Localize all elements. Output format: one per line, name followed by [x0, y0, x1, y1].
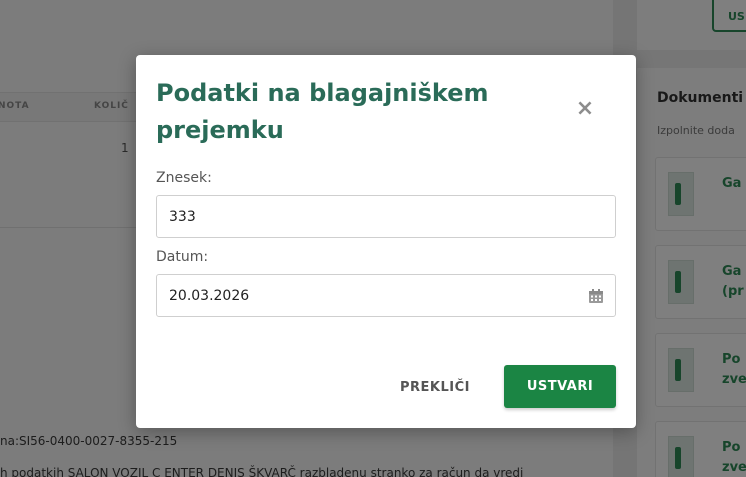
date-input[interactable] — [157, 275, 615, 316]
amount-field-wrapper — [156, 195, 616, 238]
amount-input[interactable] — [157, 196, 615, 237]
date-field-wrapper — [156, 274, 616, 317]
close-icon[interactable]: × — [575, 98, 595, 120]
date-label: Datum: — [156, 249, 209, 265]
dialog-title: Podatki na blagajniškem prejemku — [156, 79, 489, 144]
cancel-button[interactable]: PREKLIČI — [389, 366, 481, 408]
receipt-dialog: Podatki na blagajniškem prejemku × Znese… — [136, 55, 636, 428]
calendar-icon[interactable] — [588, 288, 604, 304]
create-button[interactable]: USTVARI — [504, 365, 616, 408]
amount-label: Znesek: — [156, 170, 212, 186]
